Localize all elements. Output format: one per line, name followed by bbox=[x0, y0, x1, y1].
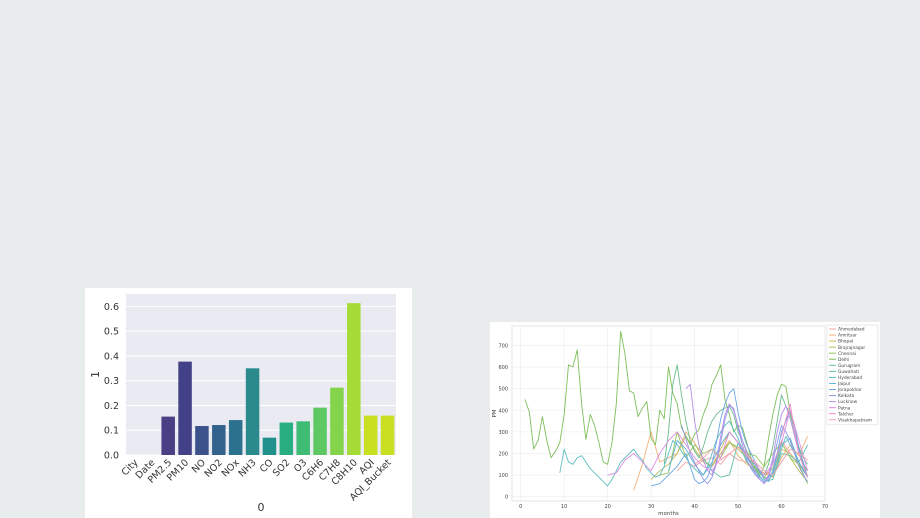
bar bbox=[212, 425, 226, 455]
bar bbox=[195, 426, 209, 455]
legend-label: Guwahati bbox=[838, 369, 859, 375]
y-axis-label: PM bbox=[492, 409, 498, 417]
legend-label: Bhopal bbox=[838, 339, 853, 345]
legend-label: Patna bbox=[838, 405, 851, 411]
y-tick-label: 0 bbox=[505, 495, 508, 501]
legend-label: Visakhapatnam bbox=[838, 417, 872, 423]
bar bbox=[363, 415, 378, 455]
x-tick-label: 70 bbox=[822, 504, 828, 510]
legend-label: Kolkata bbox=[838, 393, 854, 399]
legend-label: Ahmedabad bbox=[838, 327, 865, 333]
x-tick-label: 10 bbox=[561, 504, 567, 510]
y-tick-label: 700 bbox=[498, 343, 508, 349]
y-tick-label: 0.2 bbox=[104, 401, 119, 412]
legend-label: Jorapokhar bbox=[837, 387, 862, 393]
bar bbox=[279, 422, 294, 455]
bar bbox=[296, 421, 310, 455]
legend-label: Chennai bbox=[838, 351, 856, 357]
bar-chart-card: 0.0 0.1 0.2 0.3 0.4 0.5 0.6 City Date PM2.5 PM10 NO… bbox=[85, 288, 412, 518]
x-tick-label: 40 bbox=[691, 504, 697, 510]
legend-label: Brajrajnagar bbox=[838, 345, 865, 351]
legend-label: Gurugram bbox=[838, 363, 860, 369]
bar-chart: 0.00.10.20.30.40.50.6CityDatePM2.5PM10NO… bbox=[89, 294, 396, 514]
y-tick-label: 500 bbox=[498, 387, 508, 393]
legend-label: Jaipur bbox=[837, 381, 851, 387]
y-tick-label: 0.5 bbox=[104, 327, 119, 338]
y-tick-label: 0.6 bbox=[104, 302, 119, 313]
bar bbox=[262, 437, 277, 455]
x-axis-label: months bbox=[658, 511, 679, 517]
legend-label: Delhi bbox=[838, 357, 849, 363]
legend-label: Lucknow bbox=[838, 399, 858, 405]
x-tick-label: SO2 bbox=[271, 457, 293, 479]
bar bbox=[380, 415, 395, 455]
bar bbox=[313, 407, 327, 455]
legend-label: Amritsar bbox=[838, 333, 857, 339]
y-tick-label: 0.1 bbox=[104, 426, 119, 437]
bar bbox=[330, 387, 344, 455]
bar bbox=[161, 416, 175, 455]
y-tick-label: 0.0 bbox=[104, 451, 119, 462]
x-tick-label: 30 bbox=[648, 504, 654, 510]
bar bbox=[245, 368, 260, 455]
y-tick-label: 600 bbox=[498, 365, 508, 371]
x-tick-label: 60 bbox=[778, 504, 784, 510]
bar bbox=[228, 420, 243, 455]
y-tick-label: 200 bbox=[498, 451, 508, 457]
y-tick-label: 0.4 bbox=[104, 351, 119, 362]
y-tick-label: 0.3 bbox=[104, 376, 119, 387]
x-axis-label: 0 bbox=[258, 501, 265, 514]
bar bbox=[347, 303, 361, 455]
x-tick-label: NH3 bbox=[237, 457, 259, 479]
y-axis-label: 1 bbox=[89, 371, 102, 378]
x-tick-label: 0 bbox=[519, 504, 522, 510]
line-chart: 0 100 200 300 400 500 600 700 0 10 20 30 40 50 60 70 mon… bbox=[492, 324, 879, 517]
x-tick-label: 20 bbox=[604, 504, 610, 510]
y-tick-label: 100 bbox=[498, 473, 508, 479]
x-tick-label: 50 bbox=[735, 504, 741, 510]
legend-label: Hyderabad bbox=[838, 375, 862, 381]
y-tick-label: 400 bbox=[498, 408, 508, 414]
line-chart-card: 0 100 200 300 400 500 600 700 0 10 20 30 40 50 60 70 mon… bbox=[490, 322, 880, 518]
bar bbox=[178, 361, 192, 455]
y-tick-label: 300 bbox=[498, 430, 508, 436]
legend-label: Talcher bbox=[837, 411, 854, 417]
